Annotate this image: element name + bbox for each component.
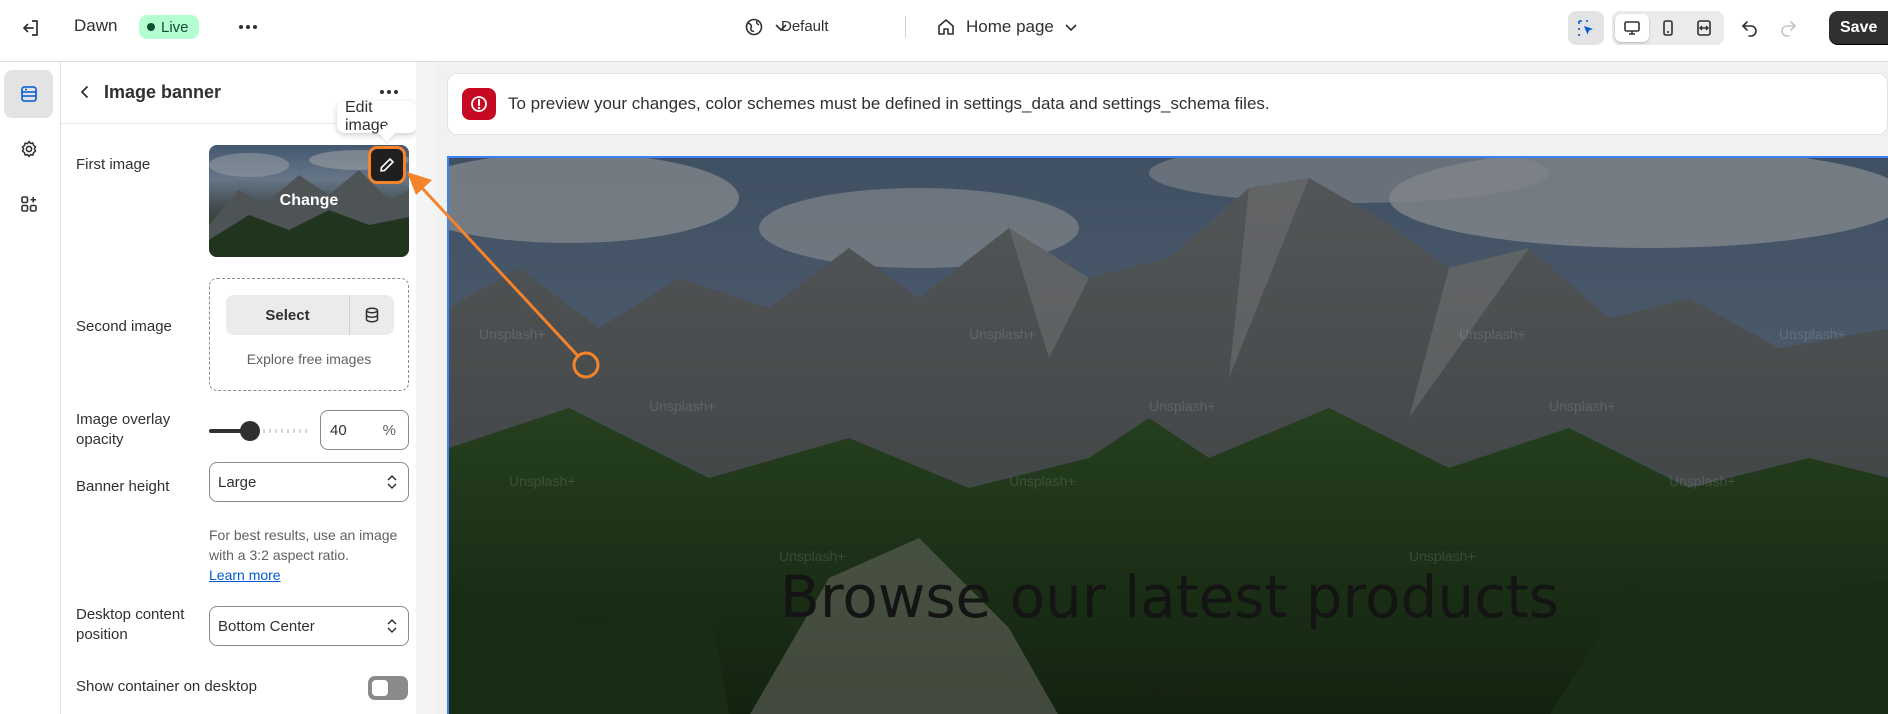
click-target-circle-icon (572, 351, 600, 379)
annotation-arrow-line (408, 173, 580, 358)
annotation-arrow-overlay (407, 172, 600, 379)
annotation-arrowhead-icon (407, 172, 432, 195)
